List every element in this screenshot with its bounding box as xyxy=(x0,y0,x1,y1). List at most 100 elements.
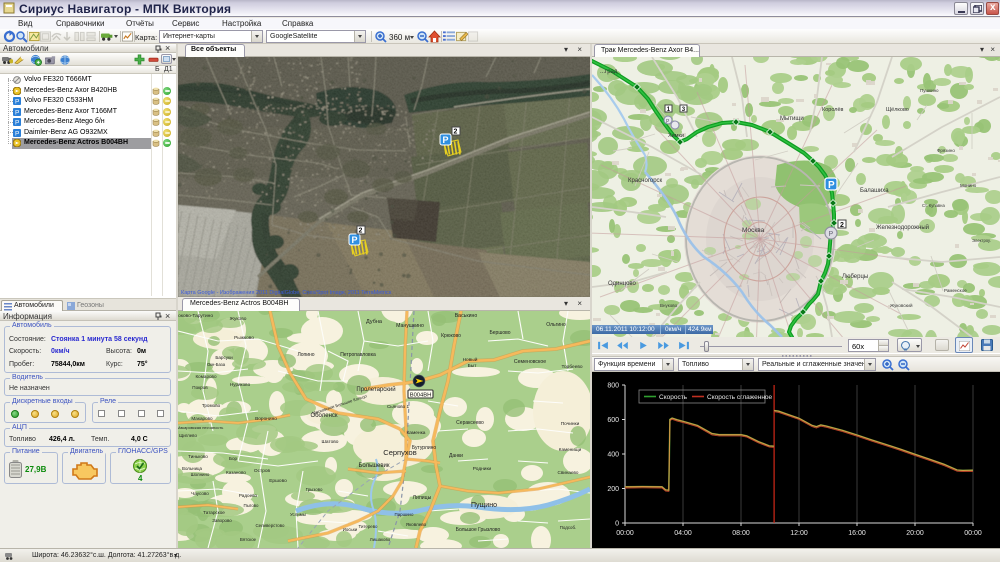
svg-text:Титерево: Титерево xyxy=(359,524,379,529)
svg-text:Одинцово: Одинцово xyxy=(608,281,637,287)
svg-text:200: 200 xyxy=(607,486,619,493)
svg-text:Монино: Монино xyxy=(960,183,977,188)
svg-text:Свинаево: Свинаево xyxy=(558,470,579,475)
svg-text:20:00: 20:00 xyxy=(906,530,924,537)
svg-text:Рыжково: Рыжково xyxy=(234,335,254,341)
svg-text:Яковлево: Яковлево xyxy=(406,522,427,527)
svg-text:Сераксеево: Сераксеево xyxy=(456,420,484,426)
svg-text:Пушкино: Пушкино xyxy=(920,88,939,93)
svg-text:Балашиха: Балашиха xyxy=(860,188,889,194)
svg-text:Макарово: Макарово xyxy=(191,416,213,421)
svg-text:12:00: 12:00 xyxy=(790,530,808,537)
svg-text:Внуково: Внуково xyxy=(660,303,678,308)
svg-text:Паршино: Паршино xyxy=(395,512,414,517)
svg-text:Жуковский: Жуковский xyxy=(890,302,913,308)
svg-text:Заворово: Заворово xyxy=(212,518,232,523)
svg-text:Манушкино: Манушкино xyxy=(396,323,424,329)
svg-text:2: 2 xyxy=(840,222,844,229)
svg-text:...град: ...град xyxy=(600,69,618,75)
svg-text:Остров: Остров xyxy=(254,468,271,474)
svg-text:Подсоб.: Подсоб. xyxy=(560,525,576,530)
svg-text:Мытищи: Мытищи xyxy=(780,116,804,122)
svg-text:Пущино: Пущино xyxy=(471,502,497,509)
svg-text:2: 2 xyxy=(359,228,363,235)
svg-text:600: 600 xyxy=(607,417,619,424)
svg-text:P: P xyxy=(15,130,19,137)
svg-text:Новый: Новый xyxy=(463,356,478,363)
svg-text:Дубна: Дубна xyxy=(366,319,383,325)
svg-text:Комарово: Комарово xyxy=(196,374,217,379)
svg-text:В004ВН: В004ВН xyxy=(410,393,432,399)
svg-text:Карта Google - Изображения 201: Карта Google - Изображения 2011 DigitalG… xyxy=(181,290,392,296)
svg-text:00:00: 00:00 xyxy=(964,530,982,537)
svg-text:Радоево: Радоево xyxy=(239,493,258,498)
svg-text:Липицы: Липицы xyxy=(413,495,432,501)
svg-text:P: P xyxy=(829,231,834,238)
svg-text:Каменищи: Каменищи xyxy=(559,447,582,452)
svg-text:Москва: Москва xyxy=(742,227,765,234)
svg-text:04:00: 04:00 xyxy=(674,530,692,537)
svg-text:Окн-База: Окн-База xyxy=(207,362,226,367)
svg-text:Химки: Химки xyxy=(668,133,684,139)
svg-text:Шатово: Шатово xyxy=(322,439,339,445)
svg-text:Жуково: Жуково xyxy=(230,316,247,322)
svg-text:0: 0 xyxy=(615,521,619,528)
svg-text:Данки: Данки xyxy=(449,453,463,459)
svg-text:P: P xyxy=(828,180,835,191)
svg-text:P: P xyxy=(352,235,358,245)
svg-text:400: 400 xyxy=(607,452,619,459)
svg-text:P: P xyxy=(443,135,449,145)
svg-text:Раменское: Раменское xyxy=(944,288,967,293)
svg-text:Татарское: Татарское xyxy=(203,510,225,515)
svg-text:Быт: Быт xyxy=(468,363,478,369)
svg-text:Семеновское: Семеновское xyxy=(514,359,546,365)
svg-text:Торбеево: Торбеево xyxy=(561,364,582,370)
svg-text:Чаусово: Чаусово xyxy=(191,491,209,496)
svg-text:P: P xyxy=(15,109,19,116)
svg-text:Лишаково: Лишаково xyxy=(370,537,391,542)
svg-text:Крюково: Крюково xyxy=(441,333,461,339)
svg-text:Ершово: Ершово xyxy=(269,478,287,484)
svg-text:Макаровская песчаность: Макаровская песчаность xyxy=(178,425,223,430)
svg-text:Шолнино: Шолнино xyxy=(191,472,210,477)
svg-text:Тромово: Тромово xyxy=(202,403,221,408)
svg-text:Железнодорожный: Железнодорожный xyxy=(876,224,929,231)
svg-text:Иоськи: Иоськи xyxy=(343,527,358,532)
svg-text:08:00: 08:00 xyxy=(732,530,750,537)
svg-text:Бершово: Бершово xyxy=(489,330,510,336)
svg-text:Лопино: Лопино xyxy=(297,352,314,358)
svg-text:Казаново: Казаново xyxy=(226,470,246,475)
svg-text:P: P xyxy=(15,120,19,127)
svg-text:Сьяново 1: Сьяново 1 xyxy=(387,404,410,409)
svg-text:800: 800 xyxy=(607,383,619,390)
svg-text:Бор: Бор xyxy=(229,456,238,461)
svg-text:Ольгино: Ольгино xyxy=(546,322,566,328)
svg-text:Селиверстово: Селиверстово xyxy=(256,523,286,528)
svg-text:Щиглево: Щиглево xyxy=(179,433,197,438)
svg-text:Вятское: Вятское xyxy=(240,537,257,542)
svg-text:Тиньково: Тиньково xyxy=(188,454,208,459)
svg-text:Королёв: Королёв xyxy=(822,107,844,113)
svg-text:Люберцы: Люберцы xyxy=(842,274,868,280)
svg-text:Ст. Купавна: Ст. Купавна xyxy=(922,203,945,208)
svg-text:Родники: Родники xyxy=(473,466,492,472)
svg-text:00:00: 00:00 xyxy=(616,530,634,537)
svg-text:P: P xyxy=(15,99,19,106)
svg-text:2: 2 xyxy=(454,129,458,136)
svg-text:Васькино: Васькино xyxy=(455,313,478,319)
svg-text:Грызово: Грызово xyxy=(306,487,323,492)
svg-text:Скорость сглаженное: Скорость сглаженное xyxy=(707,394,773,401)
svg-text:Петропавловка: Петропавловка xyxy=(340,352,376,358)
svg-text:Нуриково: Нуриково xyxy=(230,382,251,387)
svg-text:Починки: Починки xyxy=(561,421,580,427)
svg-text:Черноково-Тарутино: Черноково-Тарутино xyxy=(178,313,213,319)
svg-text:Большое Грызлово: Большое Грызлово xyxy=(456,527,501,533)
svg-text:Вольница: Вольница xyxy=(182,466,203,471)
svg-text:Фрязино: Фрязино xyxy=(937,148,955,153)
svg-text:Электроу.: Электроу. xyxy=(972,238,991,243)
svg-text:Скорость: Скорость xyxy=(659,394,688,401)
svg-text:Пролетарский: Пролетарский xyxy=(356,386,395,393)
svg-text:Покров: Покров xyxy=(192,385,208,390)
svg-text:Бутурлино: Бутурлино xyxy=(412,445,437,451)
svg-text:Пыгово: Пыгово xyxy=(244,503,260,508)
